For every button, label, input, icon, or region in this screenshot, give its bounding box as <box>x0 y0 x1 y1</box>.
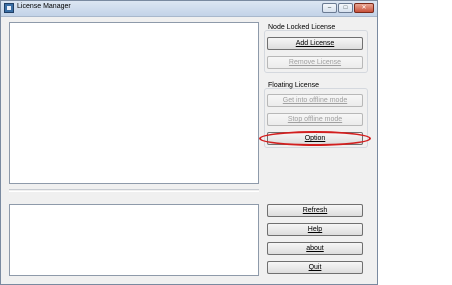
minimize-button[interactable]: – <box>322 3 337 13</box>
floating-group-label: Floating License <box>268 82 319 89</box>
details-panel[interactable] <box>9 204 259 276</box>
help-button[interactable]: Help <box>267 223 363 236</box>
panel-splitter[interactable] <box>9 189 259 192</box>
about-button[interactable]: about <box>267 242 363 255</box>
title-bar[interactable]: License Manager – □ ✕ <box>1 1 377 17</box>
option-button[interactable]: Option <box>267 132 363 145</box>
app-icon <box>4 3 14 13</box>
window-title: License Manager <box>17 3 71 10</box>
license-manager-window: License Manager – □ ✕ Node Locked Licens… <box>0 0 378 285</box>
quit-button[interactable]: Quit <box>267 261 363 274</box>
refresh-button[interactable]: Refresh <box>267 204 363 217</box>
maximize-button[interactable]: □ <box>338 3 353 13</box>
node-locked-group-label: Node Locked License <box>268 24 336 31</box>
add-license-button[interactable]: Add License <box>267 37 363 50</box>
remove-license-button[interactable]: Remove License <box>267 56 363 69</box>
stop-offline-button[interactable]: Stop offline mode <box>267 113 363 126</box>
license-list-panel[interactable] <box>9 22 259 184</box>
get-offline-button[interactable]: Get into offline mode <box>267 94 363 107</box>
close-button[interactable]: ✕ <box>354 3 374 13</box>
